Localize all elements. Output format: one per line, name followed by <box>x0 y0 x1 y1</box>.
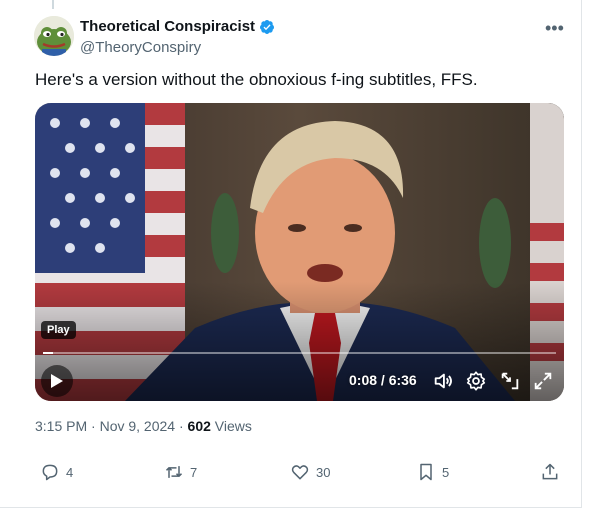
settings-gear-icon[interactable] <box>465 370 487 392</box>
thread-line <box>52 0 54 9</box>
play-tooltip: Play <box>41 321 76 339</box>
repost-button[interactable]: 7 <box>164 462 197 482</box>
like-button[interactable]: 30 <box>290 462 330 482</box>
reply-button[interactable]: 4 <box>40 462 73 482</box>
display-name[interactable]: Theoretical Conspiracist <box>80 18 255 35</box>
reply-icon <box>42 464 58 481</box>
play-button[interactable] <box>41 365 73 397</box>
frog-avatar-icon <box>34 16 74 56</box>
tweet-card: Theoretical Conspiracist @TheoryConspiry… <box>0 0 582 508</box>
tweet-text: Here's a version without the obnoxious f… <box>35 70 478 89</box>
repost-count: 7 <box>190 464 198 480</box>
repost-icon <box>165 466 183 478</box>
fullscreen-icon[interactable] <box>532 370 554 392</box>
verified-badge-icon <box>260 19 275 34</box>
tweet-meta: 3:15 PM · Nov 9, 2024 · 602 Views <box>35 418 252 434</box>
volume-icon[interactable] <box>432 370 454 392</box>
reply-count: 4 <box>66 464 74 480</box>
play-icon <box>51 374 63 388</box>
bookmark-count: 5 <box>442 464 450 480</box>
bookmark-button[interactable]: 5 <box>416 462 449 482</box>
video-player[interactable]: Play 0:08 / 6:36 <box>35 103 564 401</box>
share-icon <box>542 463 558 480</box>
video-progress-fill <box>43 352 54 354</box>
author-name[interactable]: Theoretical Conspiracist <box>80 18 275 35</box>
share-button[interactable] <box>540 462 560 482</box>
views-count: 602 <box>187 418 211 434</box>
heart-icon <box>291 465 309 480</box>
video-progress-bar[interactable] <box>43 352 556 354</box>
video-frame <box>35 103 564 401</box>
bookmark-icon <box>420 463 432 481</box>
picture-in-picture-icon[interactable] <box>499 370 521 392</box>
more-options-icon[interactable]: ••• <box>545 18 564 39</box>
avatar[interactable] <box>34 16 74 56</box>
video-time: 0:08 / 6:36 <box>349 372 417 388</box>
like-count: 30 <box>316 464 331 480</box>
views-label: Views <box>210 418 252 434</box>
author-handle[interactable]: @TheoryConspiry <box>80 39 201 56</box>
tweet-timestamp[interactable]: 3:15 PM · Nov 9, 2024 · <box>35 418 188 434</box>
